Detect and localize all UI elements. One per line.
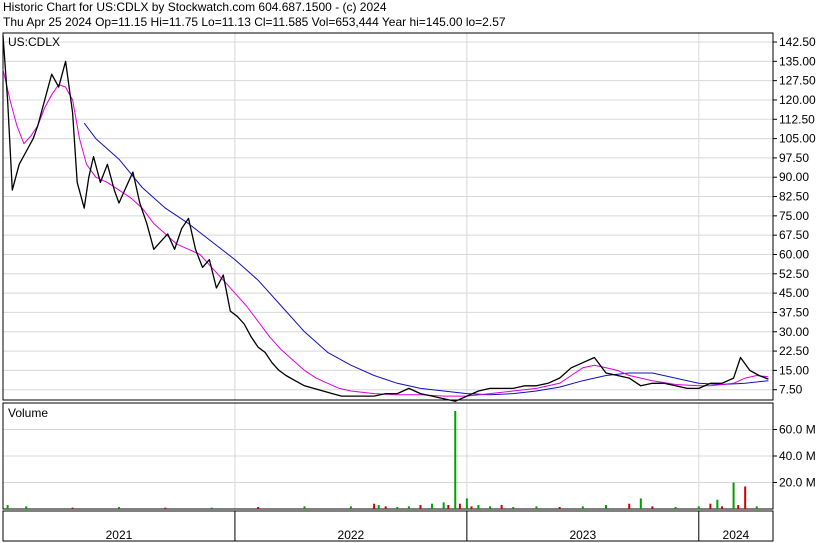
volume-bar: [373, 503, 376, 509]
volume-bar: [454, 410, 457, 509]
symbol-label: US:CDLX: [8, 35, 60, 49]
volume-bar: [164, 507, 167, 509]
volume-bar: [755, 506, 758, 509]
volume-bar: [470, 506, 473, 509]
volume-bar: [465, 498, 468, 509]
volume-bar: [744, 486, 747, 509]
volume-bar: [419, 505, 422, 509]
price-y-tick-label: 60.00: [779, 247, 809, 261]
volume-panel-title: Volume: [8, 406, 48, 420]
volume-bar: [605, 505, 608, 509]
price-y-tick-label: 22.50: [779, 344, 809, 358]
volume-bar: [447, 505, 450, 509]
volume-bar: [709, 503, 712, 509]
price-y-tick-label: 127.50: [779, 74, 816, 88]
price-y-tick-label: 135.00: [779, 54, 816, 68]
volume-bar: [25, 506, 28, 509]
stock-chart: 142.50 135.00 127.50 120.00 112.50 105.00 97.5…: [2, 32, 816, 542]
volume-bar: [628, 503, 631, 509]
price-y-tick-label: 75.00: [779, 209, 809, 223]
price-panel-frame: [2, 32, 774, 401]
volume-bar: [512, 507, 515, 509]
volume-bar: [6, 505, 9, 509]
volume-bar: [737, 505, 740, 509]
price-y-tick-label: 142.50: [779, 35, 816, 49]
volume-bar: [303, 506, 306, 509]
volume-bar: [210, 507, 213, 509]
series-line-ma-long: [83, 122, 769, 396]
volume-bar: [257, 507, 260, 509]
x-axis-year-label: 2024: [723, 528, 750, 542]
price-y-tick-label: 15.00: [779, 363, 809, 377]
volume-bar: [71, 507, 74, 509]
volume-bar: [500, 505, 503, 509]
volume-bar: [720, 506, 723, 509]
volume-bar: [117, 507, 120, 509]
price-y-tick-label: 37.50: [779, 305, 809, 319]
volume-bar: [674, 507, 677, 509]
volume-bar: [639, 498, 642, 509]
price-y-tick-label: 97.50: [779, 151, 809, 165]
price-y-tick-label: 67.50: [779, 228, 809, 242]
price-y-tick-label: 30.00: [779, 325, 809, 339]
price-y-tick-label: 52.50: [779, 267, 809, 281]
x-axis-year-label: 2022: [338, 528, 365, 542]
volume-bar: [489, 506, 492, 509]
volume-bar: [349, 506, 352, 509]
volume-bar: [581, 506, 584, 509]
volume-bar: [477, 505, 480, 509]
series-line-ma-short: [2, 68, 769, 397]
x-axis-year-label: 2021: [106, 528, 133, 542]
volume-bar: [458, 503, 461, 509]
price-y-tick-label: 7.50: [779, 383, 803, 397]
volume-y-tick-label: 40.0 M: [779, 449, 816, 463]
volume-bar: [431, 503, 434, 509]
price-y-tick-label: 105.00: [779, 132, 816, 146]
x-axis-year-label: 2023: [569, 528, 596, 542]
volume-bar: [716, 499, 719, 509]
volume-bar: [377, 505, 380, 509]
volume-y-tick-label: 60.0 M: [779, 423, 816, 437]
volume-bar: [558, 507, 561, 509]
volume-y-tick-label: 20.0 M: [779, 476, 816, 490]
volume-bar: [535, 506, 538, 509]
price-y-tick-label: 112.50: [779, 112, 815, 126]
volume-bar: [651, 506, 654, 509]
volume-bar: [384, 506, 387, 509]
price-y-tick-label: 90.00: [779, 170, 809, 184]
price-y-tick-label: 120.00: [779, 93, 816, 107]
volume-bar: [442, 502, 445, 509]
series-line-price: [2, 35, 769, 402]
volume-bar: [732, 482, 735, 509]
volume-bar: [396, 507, 399, 509]
price-y-tick-label: 45.00: [779, 286, 809, 300]
price-y-tick-label: 82.50: [779, 190, 809, 204]
volume-bar: [407, 506, 410, 509]
volume-bar: [697, 506, 700, 509]
